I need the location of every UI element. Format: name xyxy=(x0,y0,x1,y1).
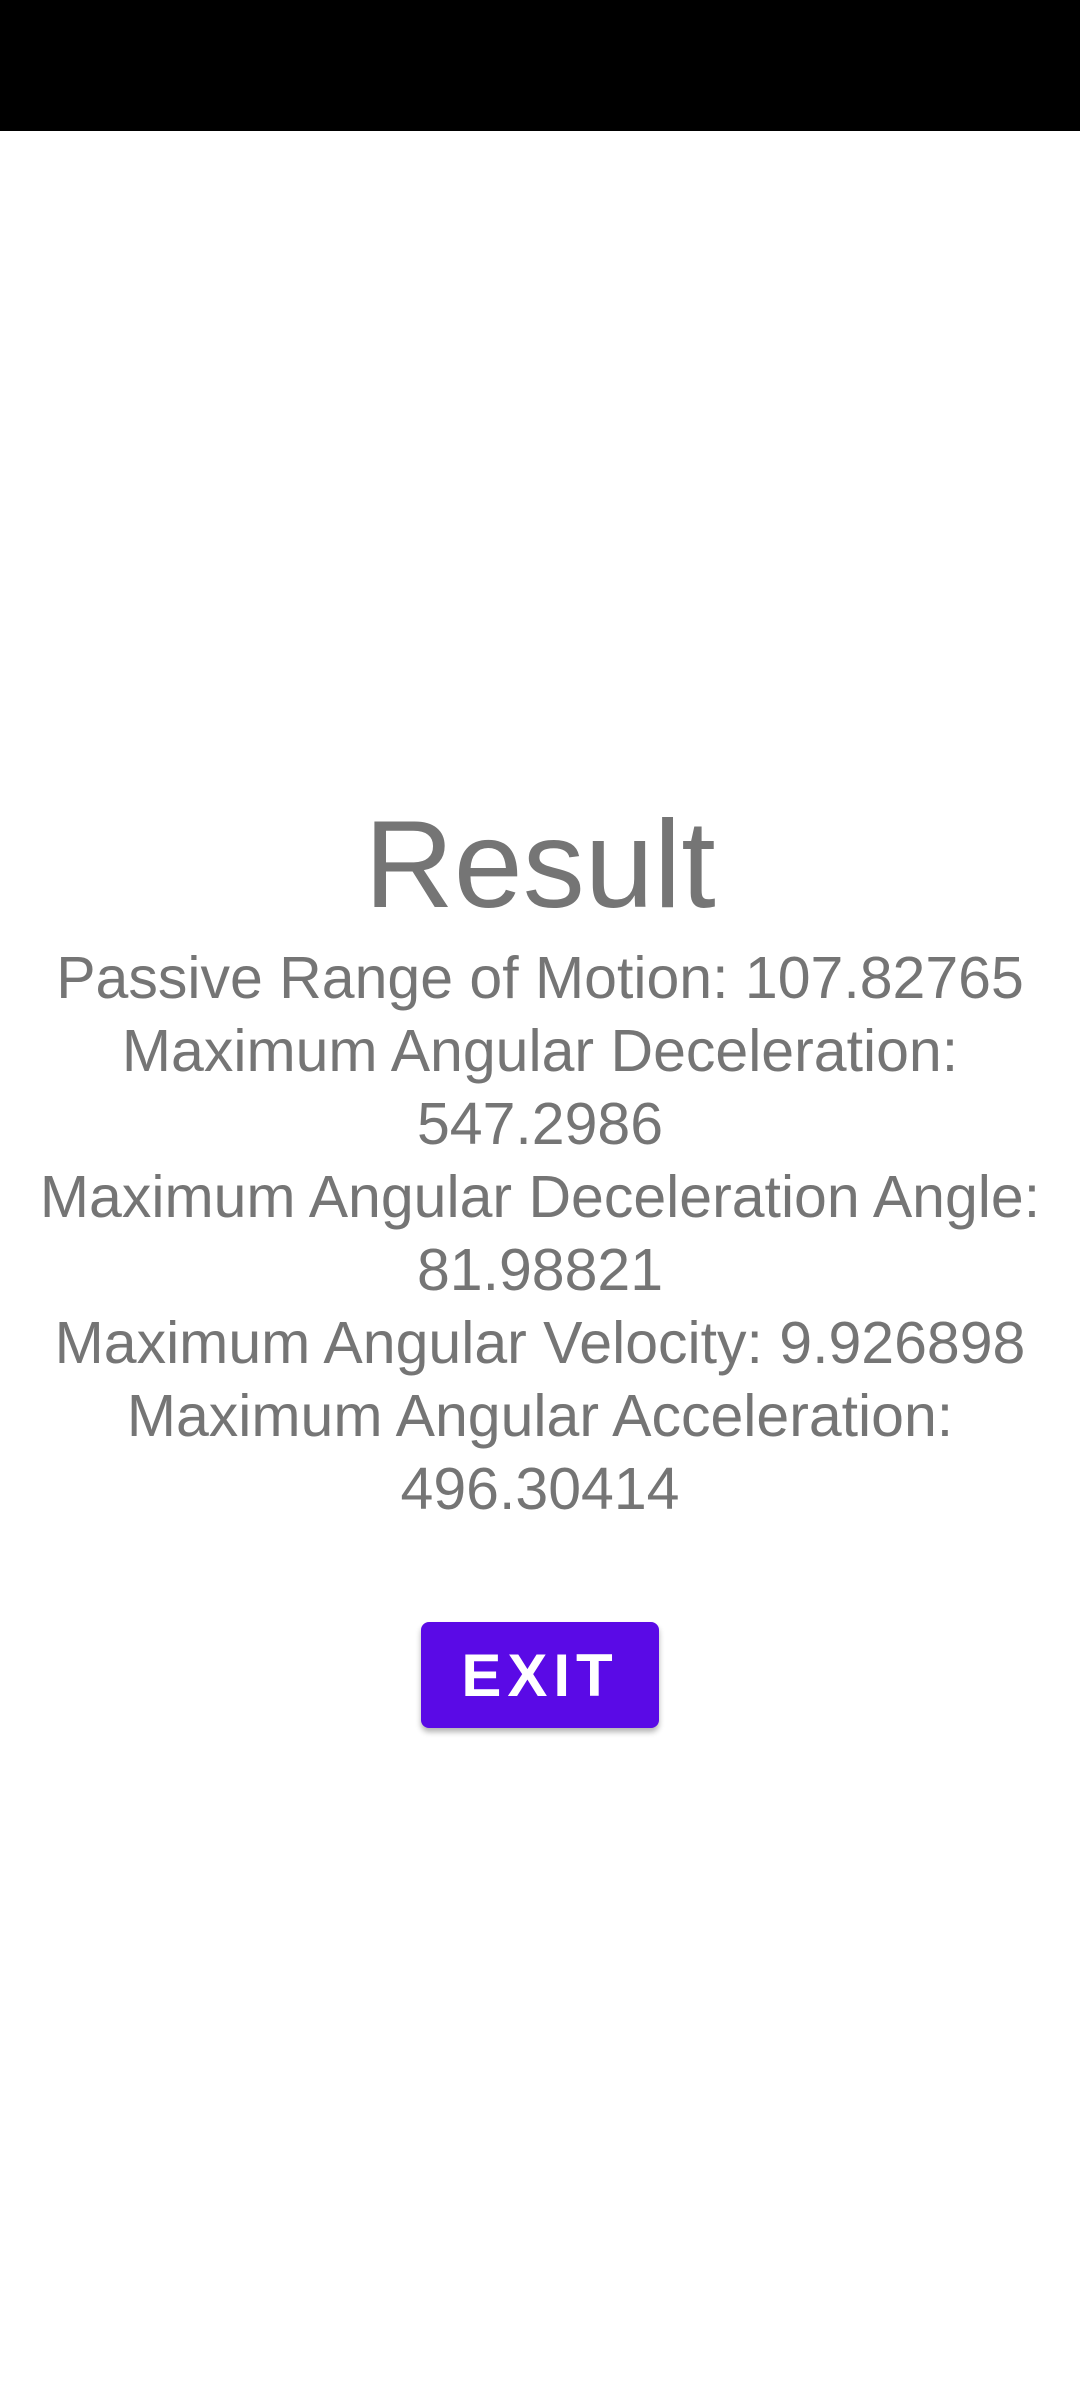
results-list: Passive Range of Motion: 107.82765 Maxim… xyxy=(0,942,1080,1526)
result-max-angular-velocity: Maximum Angular Velocity: 9.926898 xyxy=(54,1310,1026,1376)
result-max-angular-deceleration-angle: Maximum Angular Deceleration Angle: 81.9… xyxy=(39,1164,1041,1303)
status-bar xyxy=(0,0,1080,131)
result-content: Result Passive Range of Motion: 107.8276… xyxy=(0,790,1080,1728)
page-title: Result xyxy=(364,796,716,934)
result-passive-range-of-motion: Passive Range of Motion: 107.82765 xyxy=(56,945,1024,1011)
result-max-angular-acceleration: Maximum Angular Acceleration: 496.30414 xyxy=(126,1383,954,1522)
exit-button[interactable]: EXIT xyxy=(421,1622,659,1728)
result-max-angular-deceleration: Maximum Angular Deceleration: 547.2986 xyxy=(121,1018,959,1157)
